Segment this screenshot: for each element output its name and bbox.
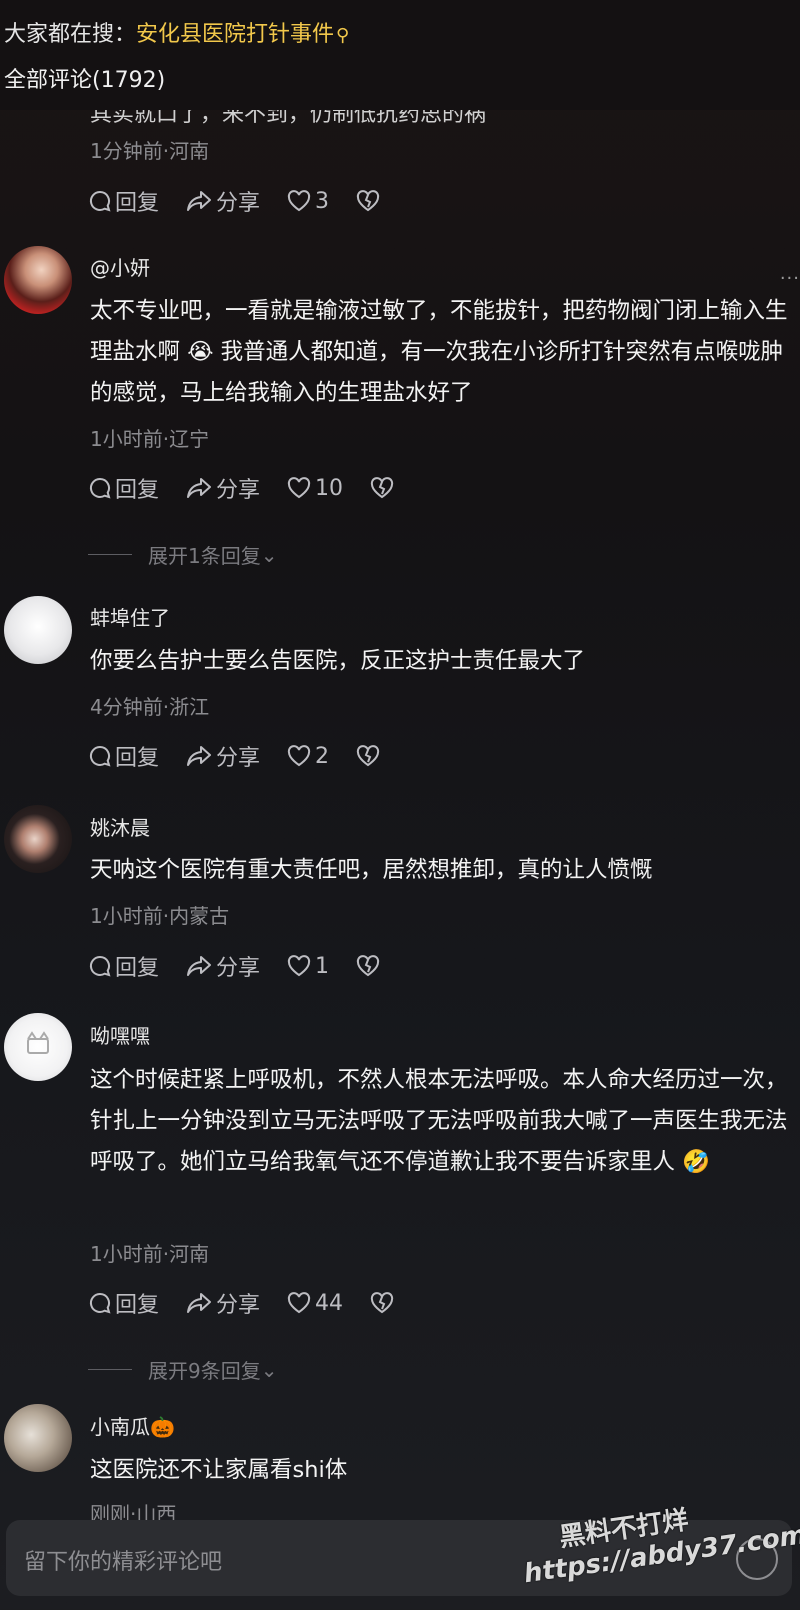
like-button[interactable]: 3 [286, 189, 329, 214]
reply-button[interactable]: 回复 [88, 185, 159, 217]
divider [88, 554, 132, 555]
comment-text: 天呐这个医院有重大责任吧，居然想推卸，真的让人愤慨 [90, 857, 653, 883]
like-button[interactable]: 1 [286, 954, 329, 979]
heart-icon [287, 745, 311, 767]
username[interactable]: 呦嘿嘿 [90, 1020, 150, 1049]
username[interactable]: 姚沐晨 [90, 812, 150, 841]
like-button[interactable]: 10 [286, 476, 343, 501]
more-options-icon[interactable]: ··· [780, 268, 800, 289]
like-count: 1 [315, 953, 330, 979]
chevron-down-icon: ⌄ [260, 542, 278, 567]
dislike-button[interactable] [355, 954, 384, 978]
like-button[interactable]: 2 [286, 744, 329, 769]
like-button[interactable]: 44 [286, 1291, 343, 1316]
heart-icon [287, 477, 311, 499]
share-icon [187, 1293, 212, 1313]
reply-button[interactable]: 回复 [88, 1287, 159, 1319]
comment-actions: 回复 分享 1 [88, 951, 410, 981]
share-icon [187, 956, 212, 976]
reply-button[interactable]: 回复 [88, 950, 159, 982]
share-button[interactable]: 分享 [185, 1287, 260, 1319]
chevron-down-icon: ⌄ [260, 1357, 278, 1382]
reply-button[interactable]: 回复 [88, 740, 159, 772]
expand-replies[interactable]: 展开1条回复 ⌄ [88, 540, 278, 569]
header: 大家都在搜：安化县医院打针事件 ⚲ 全部评论(1792) [0, 0, 800, 110]
heart-icon [287, 190, 311, 212]
comment-input-placeholder: 留下你的精彩评论吧 [24, 1550, 223, 1575]
dislike-icon [370, 477, 394, 499]
like-count: 10 [315, 475, 344, 501]
avatar[interactable] [4, 596, 72, 664]
heart-icon [287, 955, 311, 977]
dislike-button[interactable] [369, 1291, 398, 1315]
divider [88, 1369, 132, 1370]
username[interactable]: 蚌埠住了 [90, 602, 170, 631]
avatar[interactable] [4, 246, 72, 314]
share-icon [187, 191, 212, 211]
comment-icon [89, 745, 111, 767]
avatar[interactable] [4, 805, 72, 873]
comment-text: 太不专业吧，一看就是输液过敏了，不能拔针，把药物阀门闭上输入生理盐水啊 😭 我普… [90, 298, 788, 406]
share-button[interactable]: 分享 [185, 950, 260, 982]
comment-icon [89, 477, 111, 499]
expand-replies[interactable]: 展开9条回复 ⌄ [88, 1355, 278, 1384]
comment-icon [89, 190, 111, 212]
avatar[interactable] [4, 1013, 72, 1081]
comment-meta: 1小时前·辽宁 [90, 427, 210, 451]
dislike-icon [356, 190, 380, 212]
comment-text: 你要么告护士要么告医院，反正这护士责任最大了 [90, 648, 586, 674]
dislike-icon [356, 745, 380, 767]
share-icon [187, 746, 212, 766]
comment-icon [89, 955, 111, 977]
comment-text: 这个时候赶紧上呼吸机，不然人根本无法呼吸。本人命大经历过一次，针扎上一分钟没到立… [90, 1067, 788, 1175]
comment-meta: 1小时前·河南 [90, 1242, 210, 1266]
username[interactable]: @小妍 [90, 252, 150, 281]
cat-logo-icon [27, 1031, 49, 1054]
comment-text: 这医院还不让家属看shi体 [90, 1457, 348, 1483]
comment-icon [89, 1292, 111, 1314]
share-icon [187, 478, 212, 498]
dislike-icon [356, 955, 380, 977]
share-button[interactable]: 分享 [185, 185, 260, 217]
comment-actions: 回复 分享 44 [88, 1288, 424, 1318]
hot-search-line[interactable]: 大家都在搜：安化县医院打针事件 ⚲ [4, 16, 349, 48]
dislike-button[interactable] [355, 744, 384, 768]
pumpkin-badge-icon: 🎃 [150, 1415, 175, 1439]
dislike-icon [370, 1292, 394, 1314]
like-count: 44 [315, 1290, 344, 1316]
reply-button[interactable]: 回复 [88, 472, 159, 504]
comment-meta: 1小时前·内蒙古 [90, 904, 230, 928]
avatar[interactable] [4, 1404, 72, 1472]
search-icon[interactable]: ⚲ [336, 25, 349, 46]
comment-meta: 1分钟前·河南 [90, 139, 210, 163]
comment-actions: 回复 分享 2 [88, 741, 410, 771]
comments-count: 全部评论(1792) [4, 68, 166, 93]
hot-search-term[interactable]: 安化县医院打针事件 [136, 22, 334, 47]
search-prefix: 大家都在搜： [4, 22, 137, 47]
dislike-button[interactable] [369, 476, 398, 500]
like-count: 2 [315, 743, 330, 769]
share-button[interactable]: 分享 [185, 740, 260, 772]
comment-actions: 回复 分享 10 [88, 473, 424, 503]
heart-icon [287, 1292, 311, 1314]
comment-meta: 4分钟前·浙江 [90, 695, 210, 719]
like-count: 3 [315, 188, 330, 214]
share-button[interactable]: 分享 [185, 472, 260, 504]
comment-actions: 回复 分享 3 [88, 186, 410, 216]
dislike-button[interactable] [355, 189, 384, 213]
username[interactable]: 小南瓜🎃 [90, 1411, 175, 1440]
